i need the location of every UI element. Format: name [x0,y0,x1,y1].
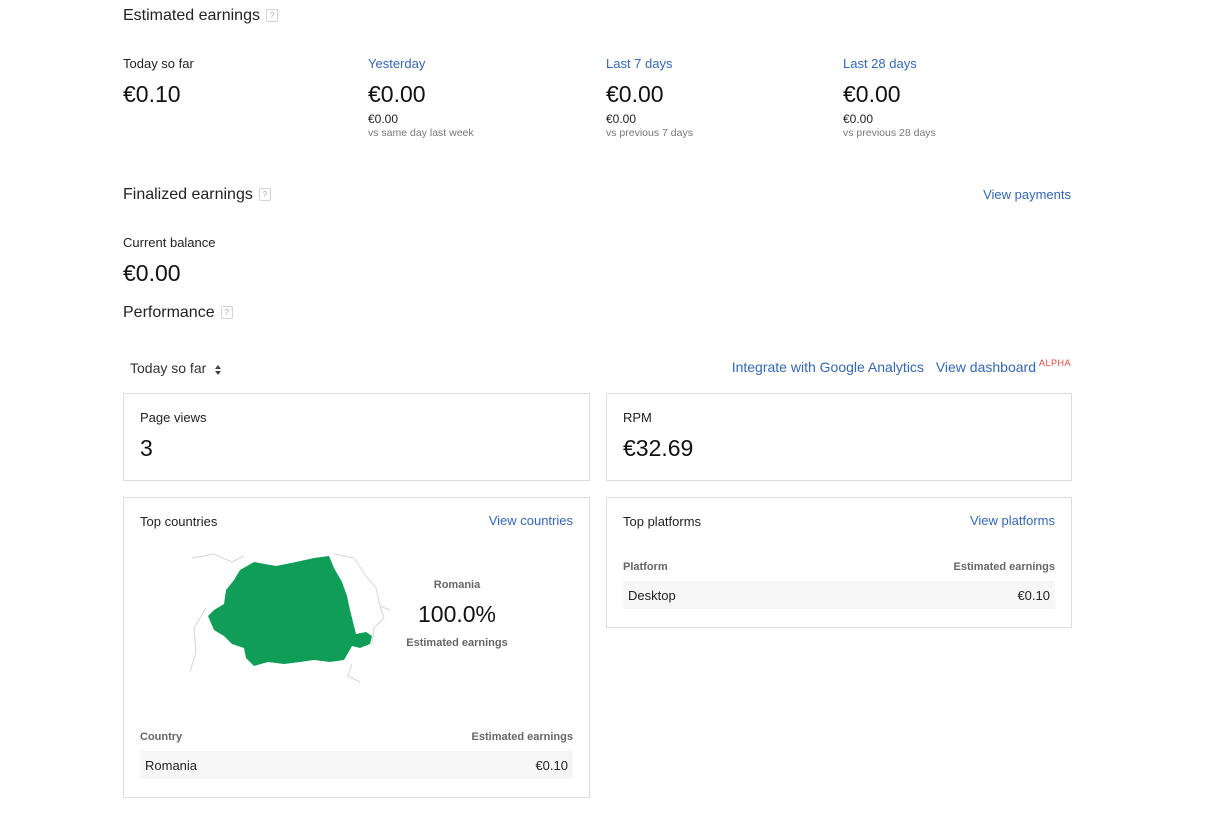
help-icon[interactable]: ? [258,188,271,201]
current-balance-value: €0.00 [123,260,181,286]
page-views-card: Page views 3 [123,393,590,481]
performance-heading: Performance [123,304,215,321]
country-name: Romania [145,758,198,773]
table-row[interactable]: Romania €0.10 [140,751,573,779]
country-map[interactable] [184,548,394,683]
countries-col-earnings: Estimated earnings [471,731,573,743]
sort-arrows-icon [214,363,222,376]
period-link-last-7-days[interactable]: Last 7 days [606,56,673,71]
top-countries-title: Top countries [140,514,218,529]
period-value-last-28-days: €0.00 [843,81,901,107]
view-payments-link[interactable]: View payments [983,187,1071,202]
period-link-last-28-days[interactable]: Last 28 days [843,56,917,71]
finalized-earnings-title: Finalized earnings? [123,186,271,204]
platforms-col-platform: Platform [623,561,668,573]
period-compare-text-yesterday: vs same day last week [368,127,474,139]
map-metric-label: Estimated earnings [406,637,508,649]
map-country-name: Romania [433,579,481,591]
period-compare-text-last-28-days: vs previous 28 days [843,127,936,139]
help-icon[interactable]: ? [220,306,233,319]
map-percent: 100.0% [417,601,496,627]
romania-shape[interactable] [208,556,372,666]
page-views-value: 3 [140,435,153,461]
estimated-earnings-title: Estimated earnings? [123,7,278,25]
page-views-label: Page views [140,410,207,425]
map-border-line [347,663,361,683]
map-border-line [189,607,207,673]
top-platforms-card: Top platforms View platforms Platform Es… [606,497,1072,628]
map-border-line [371,605,385,645]
period-value-yesterday: €0.00 [368,81,426,107]
platform-name: Desktop [628,588,676,603]
rpm-value: €32.69 [623,435,694,461]
integrate-analytics-link[interactable]: Integrate with Google Analytics [732,359,924,375]
view-platforms-link[interactable]: View platforms [970,513,1055,528]
period-compare-value-yesterday: €0.00 [368,112,399,126]
table-row[interactable]: Desktop €0.10 [623,581,1055,609]
performance-title: Performance? [123,304,233,322]
rpm-label: RPM [623,410,652,425]
view-dashboard-link[interactable]: View dashboard [936,359,1036,375]
period-value-last-7-days: €0.00 [606,81,664,107]
top-countries-card: Top countries View countries Romania 100… [123,497,590,798]
map-border-line [191,553,245,563]
period-compare-text-last-7-days: vs previous 7 days [606,127,693,139]
country-earnings: €0.10 [535,758,568,773]
period-compare-value-last-7-days: €0.00 [606,112,637,126]
estimated-earnings-heading: Estimated earnings [123,7,260,24]
period-value-today: €0.10 [123,81,181,107]
period-link-yesterday[interactable]: Yesterday [368,56,425,71]
top-platforms-title: Top platforms [623,514,702,529]
finalized-earnings-heading: Finalized earnings [123,186,253,203]
view-countries-link[interactable]: View countries [489,513,573,528]
performance-links: Integrate with Google Analytics View das… [732,358,1071,375]
period-label-today: Today so far [123,56,194,71]
countries-col-country: Country [140,731,183,743]
platforms-col-earnings: Estimated earnings [953,561,1055,573]
rpm-card: RPM €32.69 [606,393,1072,481]
range-selector-label: Today so far [130,360,207,376]
current-balance-label: Current balance [123,235,216,250]
range-selector[interactable]: Today so far [130,360,222,376]
alpha-badge: ALPHA [1038,358,1071,368]
platform-earnings: €0.10 [1017,588,1050,603]
help-icon[interactable]: ? [265,9,278,22]
period-compare-value-last-28-days: €0.00 [843,112,874,126]
